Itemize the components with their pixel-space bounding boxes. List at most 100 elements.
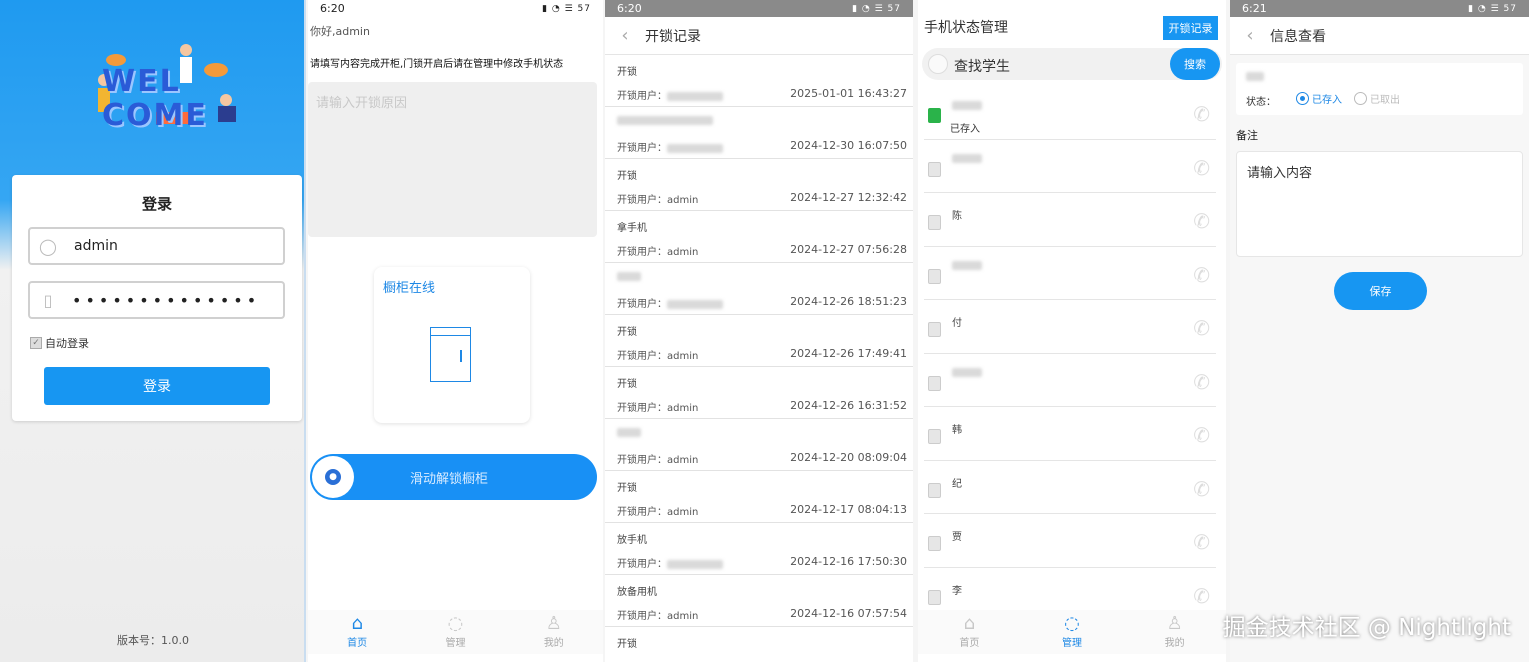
status-bar: 6:21 ▮ ◔ ☰ 57 [1230, 0, 1529, 17]
record-row[interactable]: 开锁 开锁用户： 2025-01-01 16:43:27 [605, 55, 913, 107]
record-row[interactable]: 开锁 开锁用户：admin 2024-12-17 08:04:13 [605, 471, 913, 523]
status-icons: ▮ ◔ ☰ 57 [1468, 3, 1517, 14]
phone-status-icon [928, 429, 941, 444]
record-row[interactable]: 开锁 开锁用户：admin 2024-12-26 17:49:41 [605, 315, 913, 367]
tab-manage[interactable]: ◌ 管理 [1062, 610, 1082, 654]
radio-stored-label: 已存入 [1312, 95, 1342, 106]
record-row[interactable]: 开锁用户： 2024-12-26 18:51:23 [605, 263, 913, 315]
search-button[interactable]: 搜索 [1170, 48, 1220, 80]
student-name: 韩 [952, 425, 962, 436]
profile-icon: ♙ [545, 613, 562, 634]
status-bar: 6:20 ▮ ◔ ☰ 57 [605, 0, 913, 17]
back-icon[interactable]: ‹ [1230, 25, 1270, 46]
record-user-prefix: 开锁用户： [617, 611, 667, 622]
student-row[interactable]: 纪 ✆ [924, 461, 1216, 514]
student-row[interactable]: 贾 ✆ [924, 514, 1216, 568]
auto-login-label: 自动登录 [45, 337, 89, 350]
radio-stored[interactable]: 已存入 [1296, 91, 1342, 106]
record-row[interactable]: 拿手机 开锁用户：admin 2024-12-27 07:56:28 [605, 211, 913, 263]
note-textarea[interactable]: 请输入内容 [1236, 151, 1523, 257]
phone-icon[interactable]: ✆ [1193, 156, 1210, 180]
record-type: 开锁 [617, 327, 637, 338]
phone-icon[interactable]: ✆ [1193, 584, 1210, 608]
student-row[interactable]: 已存入 ✆ [924, 86, 1216, 140]
cabinet-card[interactable]: 橱柜在线 [374, 267, 530, 423]
phone-icon[interactable]: ✆ [1193, 477, 1210, 501]
record-user-name: admin [667, 507, 699, 518]
record-row[interactable]: 开锁用户：admin 2024-12-20 08:09:04 [605, 419, 913, 471]
watermark: 掘金技术社区 @ Nightlight [1222, 615, 1511, 641]
record-user-prefix: 开锁用户： [617, 455, 667, 466]
phone-icon[interactable]: ✆ [1193, 209, 1210, 233]
version-label: 版本号：1.0.0 [117, 634, 189, 647]
reason-input[interactable]: 请输入开锁原因 [308, 82, 597, 237]
cabinet-status-label: 橱柜在线 [383, 281, 436, 296]
records-list: 开锁 开锁用户： 2025-01-01 16:43:27 开锁用户： 2024-12-3… [605, 55, 913, 662]
student-row[interactable]: ✆ [924, 247, 1216, 300]
unlock-slider[interactable]: ● 滑动解锁橱柜 [310, 454, 597, 500]
login-button[interactable]: 登录 [44, 367, 270, 405]
record-time: 2024-12-26 18:51:23 [790, 295, 907, 308]
record-row[interactable]: 放备用机 开锁用户：admin 2024-12-16 07:57:54 [605, 575, 913, 627]
record-user-prefix: 开锁用户： [617, 507, 667, 518]
tab-manage[interactable]: ◌ 管理 [445, 610, 465, 654]
record-time: 2024-12-20 08:09:04 [790, 451, 907, 464]
tab-mine[interactable]: ♙ 我的 [544, 610, 564, 654]
phone-status-icon [928, 215, 941, 230]
student-row[interactable]: 陈 ✆ [924, 193, 1216, 247]
unlock-records-button[interactable]: 开锁记录 [1163, 16, 1218, 40]
radio-taken[interactable]: 已取出 [1354, 91, 1400, 106]
record-row[interactable]: 开锁用户： 2024-12-30 16:07:50 [605, 107, 913, 159]
phone-icon[interactable]: ✆ [1193, 370, 1210, 394]
record-user-prefix: 开锁用户： [617, 247, 667, 258]
greeting: 你好,admin [310, 25, 370, 38]
tab-home[interactable]: ⌂ 首页 [959, 610, 979, 654]
phone-icon[interactable]: ✆ [1193, 530, 1210, 554]
tab-mine[interactable]: ♙ 我的 [1165, 610, 1185, 654]
record-user-name [667, 91, 723, 102]
record-row[interactable]: 开锁 开锁用户：admin 2024-12-27 12:32:42 [605, 159, 913, 211]
page-title: 开锁记录 [645, 28, 701, 45]
record-time: 2024-12-26 17:49:41 [790, 347, 907, 360]
student-row[interactable]: 付 ✆ [924, 300, 1216, 354]
status-time: 6:20 [320, 2, 345, 15]
student-row[interactable]: ✆ [924, 140, 1216, 193]
record-row[interactable]: 开锁 [605, 627, 913, 662]
home-screen: 6:20 ▮ ◔ ☰ 57 你好,admin 请填写内容完成开柜,门锁开启后请在… [308, 0, 603, 662]
search-bar: 查找学生 搜索 [922, 48, 1222, 80]
student-name: 贾 [952, 532, 962, 543]
record-row[interactable]: 开锁 开锁用户：admin 2024-12-26 16:31:52 [605, 367, 913, 419]
search-input[interactable]: 查找学生 [954, 56, 1010, 76]
record-user-prefix: 开锁用户： [617, 559, 667, 570]
tab-home[interactable]: ⌂ 首页 [347, 610, 367, 654]
record-time: 2024-12-26 16:31:52 [790, 399, 907, 412]
login-screen: WEL COME 登录 ◯ admin ▯ •••••••••••••• ✓ 自动… [0, 0, 306, 662]
search-icon [928, 54, 948, 74]
username-field[interactable]: ◯ admin [28, 227, 285, 265]
student-row[interactable]: 韩 ✆ [924, 407, 1216, 461]
phone-status-screen: 手机状态管理 开锁记录 查找学生 搜索 已存入 ✆ ✆ 陈 ✆ ✆ 付 ✆ ✆ 韩 ✆ 纪 ✆ 贾 ✆ 李 ✆ … [918, 0, 1226, 662]
password-field[interactable]: ▯ •••••••••••••• [28, 281, 285, 319]
record-user: 开锁用户： [617, 87, 723, 102]
student-row[interactable]: ✆ [924, 354, 1216, 407]
page-title: 信息查看 [1270, 28, 1326, 45]
tab-manage-label: 管理 [1061, 638, 1082, 649]
phone-icon[interactable]: ✆ [1193, 316, 1210, 340]
record-row[interactable]: 放手机 开锁用户： 2024-12-16 17:50:30 [605, 523, 913, 575]
welcome-illustration: WEL COME [76, 40, 246, 150]
phone-status-icon [928, 161, 941, 177]
save-button[interactable]: 保存 [1334, 272, 1427, 310]
nav-header: ‹ 开锁记录 [605, 17, 913, 55]
status-icons: ▮ ◔ ☰ 57 [542, 3, 591, 14]
radio-checked-icon [1296, 92, 1309, 105]
record-user-name: admin [667, 247, 699, 258]
back-icon[interactable]: ‹ [605, 25, 645, 46]
auto-login-checkbox[interactable]: ✓ 自动登录 [30, 335, 89, 351]
slider-knob[interactable]: ● [312, 456, 354, 498]
phone-icon[interactable]: ✆ [1193, 423, 1210, 447]
phone-icon[interactable]: ✆ [1193, 102, 1210, 126]
lock-icon: ● [325, 469, 341, 485]
phone-icon[interactable]: ✆ [1193, 263, 1210, 287]
record-user: 开锁用户：admin [617, 451, 698, 466]
record-type: 开锁 [617, 483, 637, 494]
